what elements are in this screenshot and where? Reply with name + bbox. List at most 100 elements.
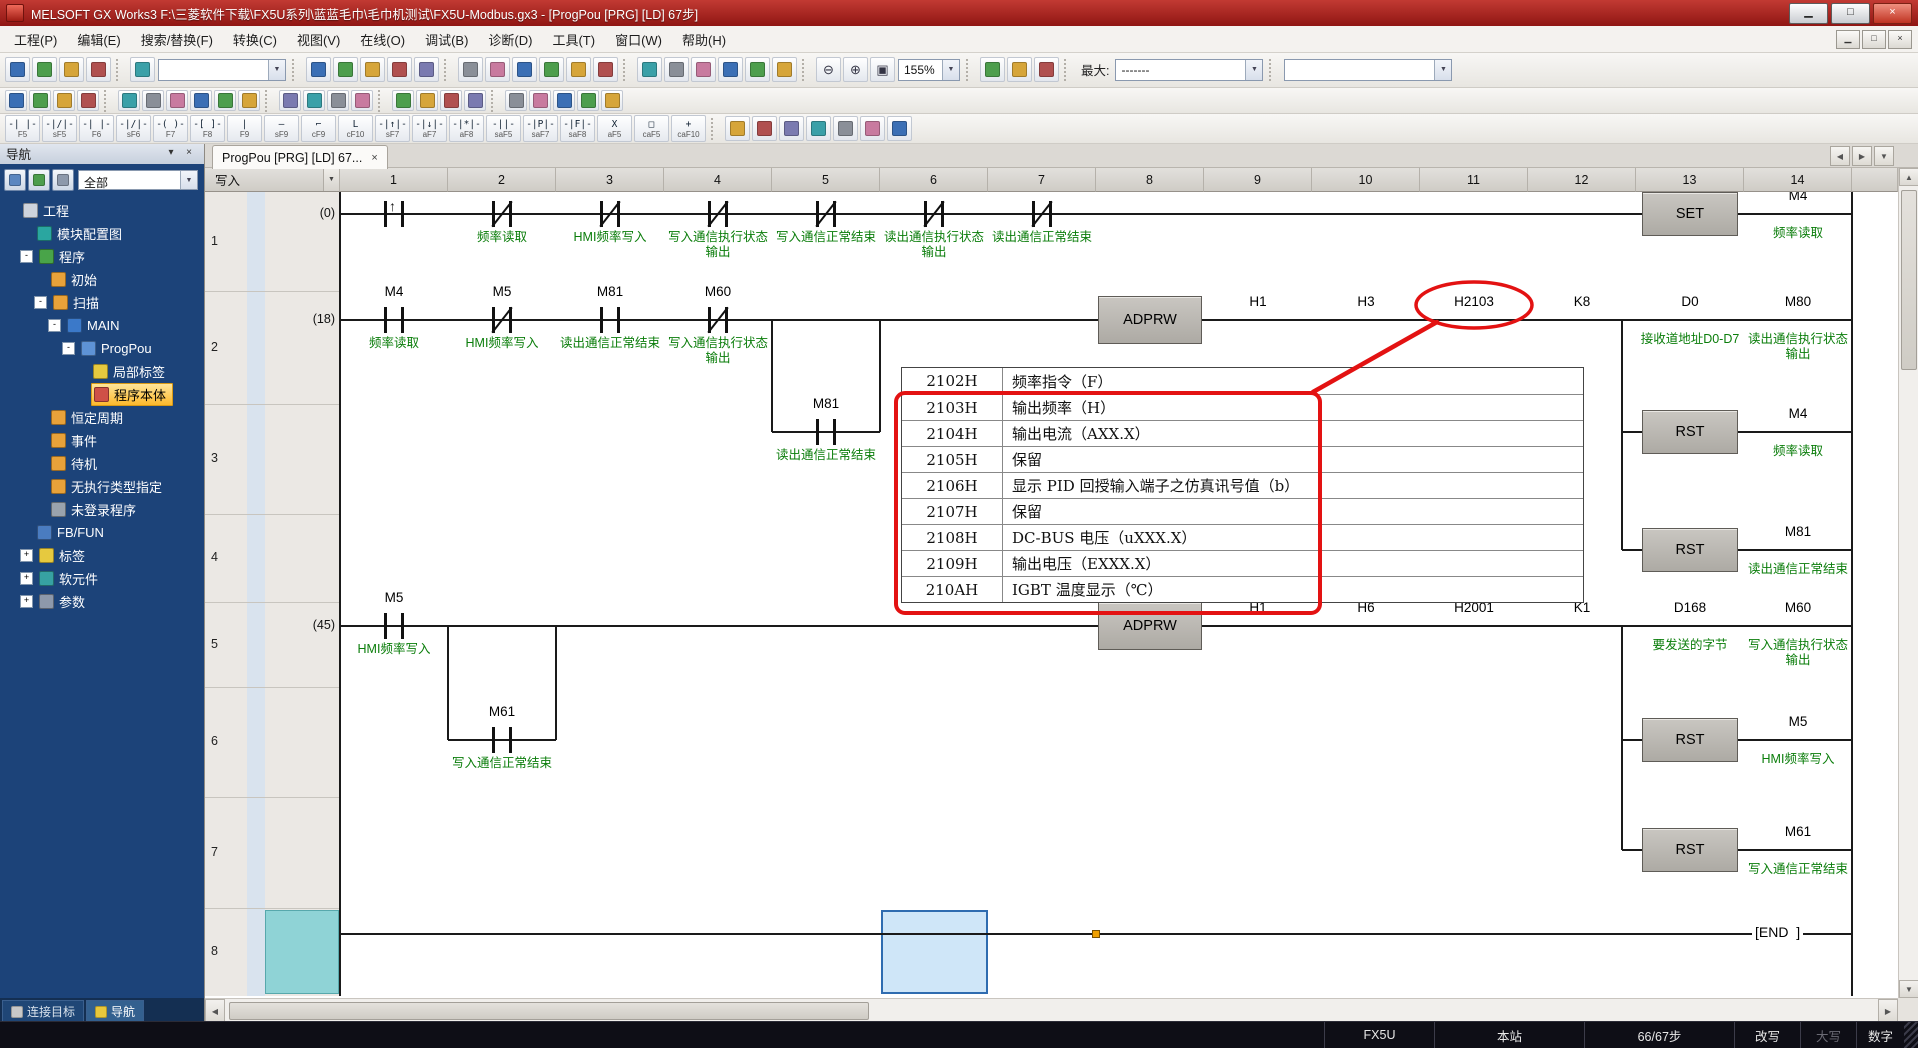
- nav-bottom-tab-0[interactable]: 连接目标: [2, 1000, 85, 1022]
- horizontal-scroll-thumb[interactable]: [229, 1002, 869, 1020]
- tree-item-event-program[interactable]: 事件: [0, 429, 204, 452]
- program-6-icon[interactable]: [238, 90, 260, 111]
- grid-setting-icon[interactable]: [980, 57, 1005, 82]
- operand-K8[interactable]: K8: [1528, 294, 1636, 309]
- document-tab[interactable]: ProgPou [PRG] [LD] 67... ×: [212, 145, 388, 169]
- select-mode-icon[interactable]: [725, 116, 750, 141]
- nav-gear-icon[interactable]: [52, 169, 74, 191]
- device-name-M60[interactable]: M60: [664, 284, 772, 299]
- tree-item-parameter[interactable]: + 参数: [0, 590, 204, 613]
- toolbar-combobox[interactable]: ▼: [1284, 58, 1453, 81]
- device-monitor-icon[interactable]: [485, 57, 510, 82]
- misc-5-icon[interactable]: [601, 90, 623, 111]
- vertical-scrollbar[interactable]: ▲ ▼: [1898, 168, 1918, 998]
- operand-H1[interactable]: H1: [1204, 294, 1312, 309]
- device-name-M81[interactable]: M81: [772, 396, 880, 411]
- selected-cell[interactable]: [881, 910, 988, 994]
- tab-list-icon[interactable]: ▼: [1874, 146, 1894, 166]
- cut-icon[interactable]: [306, 57, 331, 82]
- operand-H3[interactable]: H3: [1312, 294, 1420, 309]
- collapse-icon[interactable]: -: [48, 319, 61, 332]
- program-1-icon[interactable]: [118, 90, 140, 111]
- nav-bottom-tab-1[interactable]: 导航: [86, 1000, 145, 1022]
- ladder-tool-sF6[interactable]: -|/|- sF6: [116, 115, 151, 142]
- tree-item-program-body[interactable]: 程序本体: [0, 383, 204, 406]
- menu-item-9[interactable]: 窗口(W): [605, 26, 672, 53]
- program-3-icon[interactable]: [166, 90, 188, 111]
- menu-item-3[interactable]: 转换(C): [223, 26, 287, 53]
- toolbar-combobox[interactable]: ▼: [158, 58, 286, 81]
- print-icon[interactable]: [86, 57, 111, 82]
- chevron-down-icon[interactable]: ▼: [323, 168, 339, 191]
- ladder-tool-aF5[interactable]: XaF5: [597, 115, 632, 142]
- project-view-icon[interactable]: [5, 90, 27, 111]
- operand-M60[interactable]: M60: [1744, 600, 1852, 615]
- tree-item-initial-program[interactable]: 初始: [0, 268, 204, 291]
- tree-item-no-execution-type[interactable]: 无执行类型指定: [0, 475, 204, 498]
- write-to-plc-icon[interactable]: [691, 57, 716, 82]
- parameter-tool-icon[interactable]: [53, 90, 75, 111]
- collapse-icon[interactable]: -: [34, 296, 47, 309]
- module-config-icon[interactable]: [29, 90, 51, 111]
- ladder-tool-aF7[interactable]: -|↓|- aF7: [412, 115, 447, 142]
- ladder-tool-saF8[interactable]: -|F|- saF8: [560, 115, 595, 142]
- nav-window-icon[interactable]: [4, 169, 26, 191]
- nav-filter-combobox[interactable]: 全部 ▼: [78, 170, 198, 190]
- operand-D168[interactable]: D168: [1636, 600, 1744, 615]
- ladder-tool-cF10[interactable]: LcF10: [338, 115, 373, 142]
- zoom-out-icon[interactable]: ⊖: [816, 57, 841, 82]
- program-4-icon[interactable]: [190, 90, 212, 111]
- tree-item-label[interactable]: + 标签: [0, 544, 204, 567]
- tree-item-program[interactable]: - 程序: [0, 245, 204, 268]
- window-1-icon[interactable]: [279, 90, 301, 111]
- tree-item-fixed-cycle[interactable]: 恒定周期: [0, 406, 204, 429]
- collapse-icon[interactable]: -: [20, 250, 33, 263]
- device-name-M4[interactable]: M4: [340, 284, 448, 299]
- operand-M61[interactable]: M61: [1744, 824, 1852, 839]
- tree-item-unregistered-program[interactable]: 未登录程序: [0, 498, 204, 521]
- instruction-rst[interactable]: RST: [1642, 410, 1738, 454]
- comment-edit-icon[interactable]: [779, 116, 804, 141]
- insert-mode-icon[interactable]: [752, 116, 777, 141]
- jump-icon[interactable]: [1007, 57, 1032, 82]
- menu-item-7[interactable]: 诊断(D): [478, 26, 542, 53]
- expand-icon[interactable]: +: [20, 595, 33, 608]
- menu-item-6[interactable]: 调试(B): [415, 26, 478, 53]
- new-icon[interactable]: [5, 57, 30, 82]
- ladder-tool-caF5[interactable]: □ caF5: [634, 115, 669, 142]
- statement-edit-icon[interactable]: [806, 116, 831, 141]
- copy-icon[interactable]: [333, 57, 358, 82]
- ladder-tool-aF8[interactable]: -|*|- aF8: [449, 115, 484, 142]
- device-name-M5[interactable]: M5: [340, 590, 448, 605]
- pin-icon[interactable]: ▾: [162, 145, 180, 162]
- monitor-3-icon[interactable]: [440, 90, 462, 111]
- operand-H2103[interactable]: H2103: [1420, 294, 1528, 309]
- scroll-down-icon[interactable]: ▼: [1899, 980, 1918, 998]
- ladder-tool-saF5[interactable]: -||- saF5: [486, 115, 521, 142]
- help-icon[interactable]: [130, 57, 155, 82]
- chevron-down-icon[interactable]: ▼: [1245, 59, 1263, 80]
- misc-2-icon[interactable]: [529, 90, 551, 111]
- menu-item-10[interactable]: 帮助(H): [672, 26, 736, 53]
- program-check-icon[interactable]: [593, 57, 618, 82]
- ladder-tool-F6[interactable]: -| |- F6: [79, 115, 114, 142]
- tree-item-standby-program[interactable]: 待机: [0, 452, 204, 475]
- operand-M5[interactable]: M5: [1744, 714, 1852, 729]
- zoom-in-icon[interactable]: ⊕: [843, 57, 868, 82]
- monitor-1-icon[interactable]: [392, 90, 414, 111]
- chevron-down-icon[interactable]: ▼: [180, 171, 197, 189]
- misc-3-icon[interactable]: [553, 90, 575, 111]
- nav-tree-icon[interactable]: [28, 169, 50, 191]
- toolbar-combobox[interactable]: ------- ▼: [1115, 58, 1264, 81]
- scroll-left-icon[interactable]: ◀: [205, 999, 225, 1023]
- close-icon[interactable]: ×: [180, 145, 198, 162]
- ladder-tool-caF10[interactable]: + caF10: [671, 115, 706, 142]
- child-close-button[interactable]: ×: [1888, 29, 1912, 49]
- close-button[interactable]: ×: [1873, 2, 1912, 24]
- monitor-2-icon[interactable]: [416, 90, 438, 111]
- menu-item-5[interactable]: 在线(O): [350, 26, 415, 53]
- expand-icon[interactable]: +: [20, 549, 33, 562]
- menu-item-8[interactable]: 工具(T): [542, 26, 605, 53]
- operand-D0[interactable]: D0: [1636, 294, 1744, 309]
- operand-M81[interactable]: M81: [1744, 524, 1852, 539]
